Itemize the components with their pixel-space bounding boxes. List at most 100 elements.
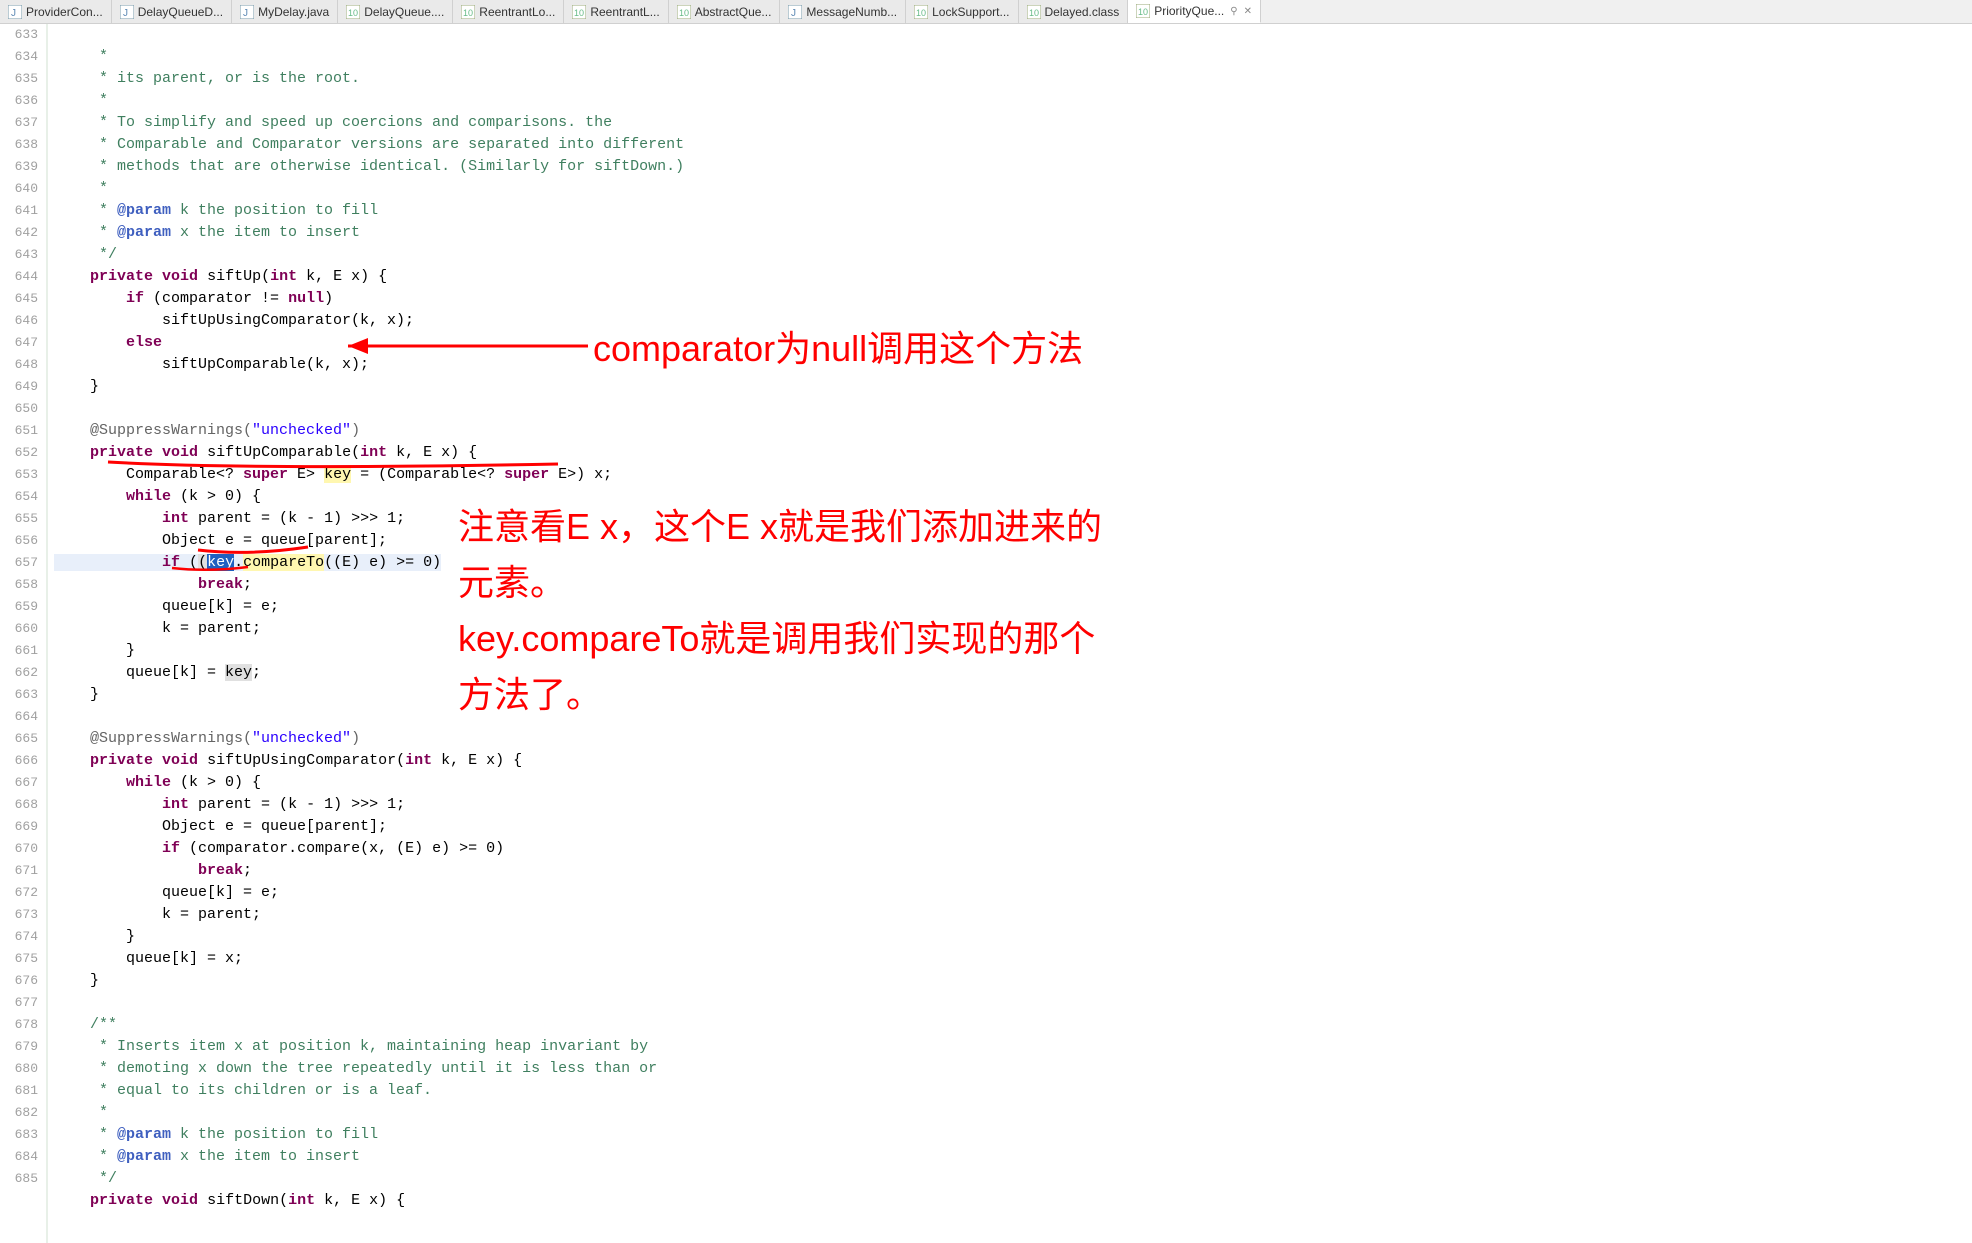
line-number: 671	[0, 860, 38, 882]
tab-mydelay[interactable]: J MyDelay.java	[232, 0, 338, 23]
line-number: 651	[0, 420, 38, 442]
code-line: int parent = (k - 1) >>> 1;	[54, 796, 405, 813]
line-number: 683	[0, 1124, 38, 1146]
svg-text:10: 10	[679, 8, 689, 18]
line-number: 661	[0, 640, 38, 662]
tab-messagenumb[interactable]: J MessageNumb...	[780, 0, 906, 23]
tab-providercon[interactable]: J ProviderCon...	[0, 0, 112, 23]
code-line: * @param x the item to insert	[54, 1148, 360, 1165]
tab-locksupport[interactable]: 10 LockSupport...	[906, 0, 1018, 23]
code-line: /**	[54, 1016, 117, 1033]
tab-label: Delayed.class	[1045, 5, 1120, 19]
code-line: int parent = (k - 1) >>> 1;	[54, 510, 405, 527]
line-number: 653	[0, 464, 38, 486]
svg-text:10: 10	[574, 8, 584, 18]
code-line: * Inserts item x at position k, maintain…	[54, 1038, 648, 1055]
class-file-icon: 10	[914, 5, 928, 19]
svg-text:J: J	[123, 8, 128, 19]
editor-pane: 633 634 635 636 637 638 639 640 641 642 …	[0, 24, 1972, 1243]
close-icon[interactable]: ✕	[1242, 6, 1252, 17]
line-number[interactable]: 643	[0, 244, 38, 266]
line-number: 654	[0, 486, 38, 508]
line-number: 675	[0, 948, 38, 970]
java-file-icon: J	[240, 5, 254, 19]
line-number: 652	[0, 442, 38, 464]
code-line-current: if ((key.compareTo((E) e) >= 0)	[54, 554, 441, 571]
tab-label: AbstractQue...	[695, 5, 772, 19]
svg-text:10: 10	[1029, 8, 1039, 18]
line-number[interactable]: 650	[0, 398, 38, 420]
line-number[interactable]: 685	[0, 1168, 38, 1190]
code-line: */	[54, 246, 117, 263]
code-editor[interactable]: * * its parent, or is the root. * * To s…	[48, 24, 1972, 1243]
code-line: * Comparable and Comparator versions are…	[54, 136, 684, 153]
code-line: queue[k] = e;	[54, 884, 279, 901]
line-number: 660	[0, 618, 38, 640]
code-line: }	[54, 378, 99, 395]
line-number[interactable]: 664	[0, 706, 38, 728]
code-line: siftUpComparable(k, x);	[54, 356, 369, 373]
code-line: if (comparator != null)	[54, 290, 333, 307]
code-line: queue[k] = x;	[54, 950, 243, 967]
tab-priorityque[interactable]: 10 PriorityQue... ⚲ ✕	[1128, 0, 1261, 23]
tab-abstractque[interactable]: 10 AbstractQue...	[669, 0, 781, 23]
pin-icon[interactable]: ⚲	[1228, 6, 1237, 17]
line-number: 644	[0, 266, 38, 288]
code-line: siftUpUsingComparator(k, x);	[54, 312, 414, 329]
svg-text:J: J	[11, 8, 16, 19]
code-line: private void siftUpComparable(int k, E x…	[54, 444, 477, 461]
class-file-icon: 10	[1027, 5, 1041, 19]
line-number: 663	[0, 684, 38, 706]
line-number: 649	[0, 376, 38, 398]
code-line: * demoting x down the tree repeatedly un…	[54, 1060, 657, 1077]
line-number: 668	[0, 794, 38, 816]
class-file-icon: 10	[677, 5, 691, 19]
key-selection: key	[207, 554, 234, 571]
tab-delayqueue[interactable]: 10 DelayQueue....	[338, 0, 453, 23]
code-line: queue[k] = key;	[54, 664, 261, 681]
line-number: 659	[0, 596, 38, 618]
line-number: 636	[0, 90, 38, 112]
line-number[interactable]: 677	[0, 992, 38, 1014]
svg-text:J: J	[791, 8, 796, 19]
code-line: private void siftDown(int k, E x) {	[54, 1192, 405, 1209]
java-file-icon: J	[8, 5, 22, 19]
code-line: * @param x the item to insert	[54, 224, 360, 241]
svg-text:J: J	[243, 8, 248, 19]
java-file-icon: J	[788, 5, 802, 19]
code-line: while (k > 0) {	[54, 774, 261, 791]
line-number: 674	[0, 926, 38, 948]
code-line: break;	[54, 576, 252, 593]
svg-text:10: 10	[463, 8, 473, 18]
line-number: 672	[0, 882, 38, 904]
tab-reentrantl[interactable]: 10 ReentrantL...	[564, 0, 668, 23]
code-line: }	[54, 972, 99, 989]
code-line: while (k > 0) {	[54, 488, 261, 505]
class-file-icon: 10	[461, 5, 475, 19]
code-line: queue[k] = e;	[54, 598, 279, 615]
line-number: 669	[0, 816, 38, 838]
line-number: 635	[0, 68, 38, 90]
code-line: break;	[54, 862, 252, 879]
line-number: 641	[0, 200, 38, 222]
code-line	[54, 708, 63, 725]
line-number: 656	[0, 530, 38, 552]
svg-text:10: 10	[348, 8, 358, 18]
code-line: private void siftUp(int k, E x) {	[54, 268, 387, 285]
line-number: 657	[0, 552, 38, 574]
class-file-icon: 10	[346, 5, 360, 19]
line-number: 678	[0, 1014, 38, 1036]
tab-reentrantlo[interactable]: 10 ReentrantLo...	[453, 0, 564, 23]
line-number: 665	[0, 728, 38, 750]
line-number: 680	[0, 1058, 38, 1080]
code-line: @SuppressWarnings("unchecked")	[54, 422, 360, 439]
code-line: else	[54, 334, 162, 351]
key-decl: key	[324, 466, 351, 483]
svg-text:10: 10	[916, 8, 926, 18]
tab-label: ReentrantLo...	[479, 5, 555, 19]
svg-text:10: 10	[1138, 7, 1148, 17]
tab-label: ReentrantL...	[590, 5, 659, 19]
tab-delayed[interactable]: 10 Delayed.class	[1019, 0, 1129, 23]
tab-delayqueued[interactable]: J DelayQueueD...	[112, 0, 232, 23]
code-line: * equal to its children or is a leaf.	[54, 1082, 432, 1099]
